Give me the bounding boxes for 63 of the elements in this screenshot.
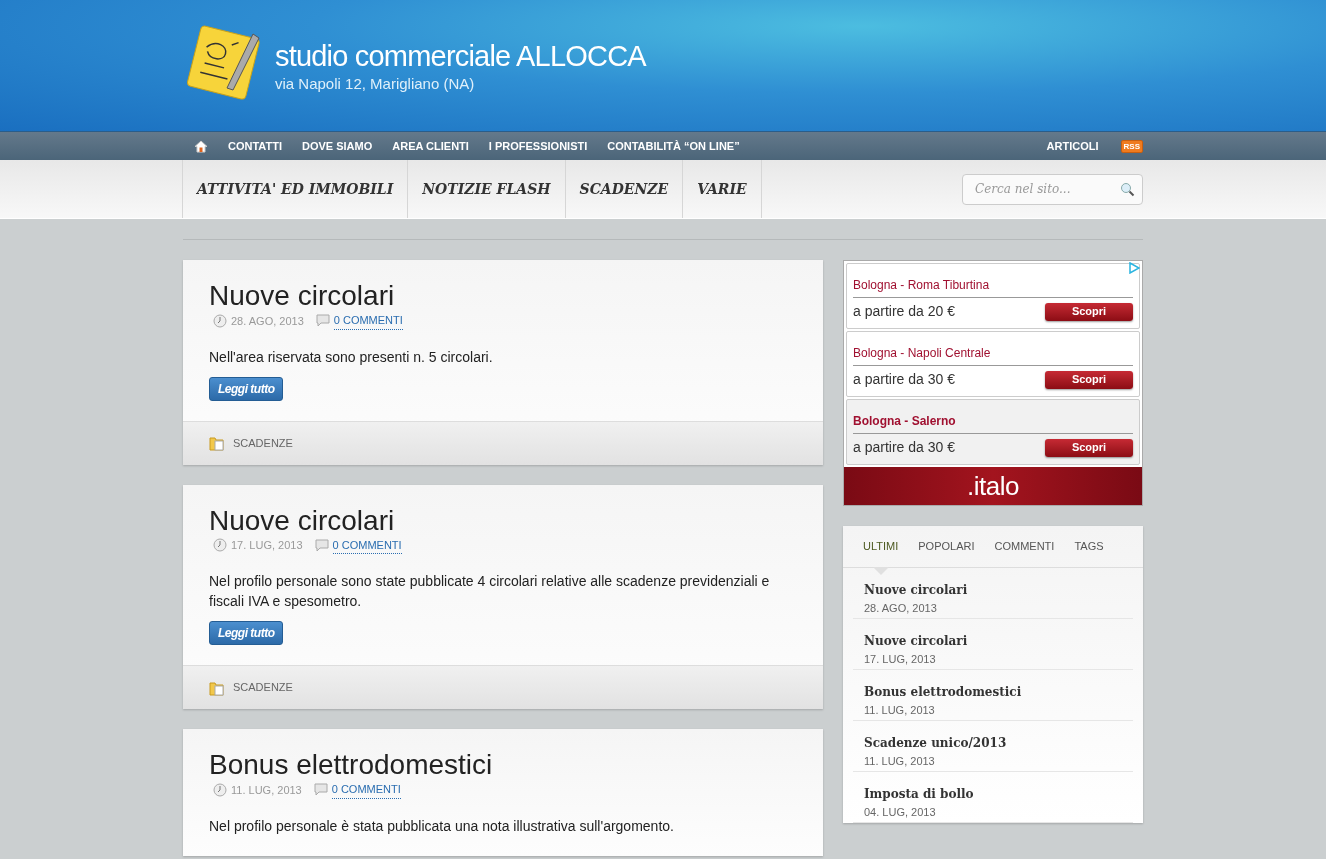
nav-link[interactable]: DOVE SIAMO [301,137,373,155]
recent-post-date: 11. LUG, 2013 [864,703,936,717]
search-field[interactable]: Cerca nel sito... [962,173,1143,205]
read-more-button[interactable]: Leggi tutto [209,376,284,401]
price-text: a partire da 30 € [853,370,955,389]
post-date: 11. LUG, 2013 [231,782,302,798]
recent-post-link[interactable]: Nuove circolari [864,633,1122,649]
read-more-button[interactable]: Leggi tutto [209,621,284,645]
speech-bubble-icon [314,538,329,552]
search-icon[interactable] [1120,181,1135,197]
route-title[interactable]: Bologna - Napoli Centrale [853,344,1133,366]
post-date: 17. LUG, 2013 [231,538,303,553]
speech-bubble-icon [313,783,328,797]
brand-logo-text: .italo [967,473,1019,499]
post-title[interactable]: Bonus elettrodomestici [209,749,797,781]
home-icon[interactable] [194,139,208,153]
category-tab[interactable]: ATTIVITA' ED IMMOBILI [182,160,409,218]
speech-bubble-icon [315,314,330,328]
category-link[interactable]: SCADENZE [233,434,293,452]
post-title[interactable]: Nuove circolari [209,280,797,312]
recent-post-date: 17. LUG, 2013 [864,652,937,666]
nav-link[interactable]: I PROFESSIONISTI [488,137,588,155]
post-excerpt: Nell'area riservata sono presenti n. 5 circolari. [209,347,494,367]
sidebar-tab[interactable]: TAGS [1064,526,1114,567]
clock-icon [213,313,227,328]
price-text: a partire da 30 € [853,438,955,457]
discover-button[interactable]: Scopri [1045,302,1133,321]
folder-icon [209,679,225,696]
recent-post-date: 11. LUG, 2013 [864,754,936,768]
post-excerpt: Nel profilo personale è stata pubblicata una nota illustrativa sull'argomento. [209,816,675,836]
price-text: a partire da 20 € [853,302,955,321]
comments-link[interactable]: 0 COMMENTI [333,312,403,330]
route-title[interactable]: Bologna - Roma Tiburtina [853,276,1133,298]
nav-link[interactable]: AREA CLIENTI [392,137,469,155]
discover-button[interactable]: Scopri [1045,370,1133,389]
comments-link[interactable]: 0 COMMENTI [331,781,401,799]
category-tab[interactable]: SCADENZE [564,160,684,218]
recent-post-link[interactable]: Scadenze unico/2013 [864,735,1122,751]
nav-link[interactable]: CONTATTI [228,137,282,155]
route-title[interactable]: Bologna - Salerno [853,412,1133,434]
post-excerpt: Nel profilo personale sono state pubblicate 4 circolari relative alle scadenze previdenziali e fiscali IVA e spesometro. [209,572,771,611]
category-tab[interactable]: VARIE [682,160,762,218]
post-title[interactable]: Nuove circolari [209,504,797,537]
folder-icon [209,435,225,451]
recent-post-link[interactable]: Imposta di bollo [864,786,1122,802]
recent-post-date: 28. AGO, 2013 [864,601,938,615]
site-address: via Napoli 12, Marigliano (NA) [275,74,476,94]
sidebar-tab[interactable]: ULTIMI [853,526,909,567]
sidebar-tab[interactable]: COMMENTI [984,526,1065,567]
post-date: 28. AGO, 2013 [231,313,304,329]
clock-icon [213,782,227,797]
category-tab[interactable]: NOTIZIE FLASH [407,160,566,218]
recent-post-link[interactable]: Nuove circolari [864,582,1122,598]
discover-button[interactable]: Scopri [1045,438,1133,457]
recent-post-link[interactable]: Bonus elettrodomestici [864,684,1122,700]
comments-link[interactable]: 0 COMMENTI [332,536,402,554]
brand-banner[interactable]: .italo [844,467,1142,505]
clock-icon [213,538,227,553]
articles-link[interactable]: ARTICOLI [1046,137,1099,155]
recent-post-date: 04. LUG, 2013 [864,805,937,819]
nav-link[interactable]: CONTABILITÀ “ON LINE” [607,137,740,155]
category-link[interactable]: SCADENZE [233,679,293,696]
sidebar-tab[interactable]: POPOLARI [908,526,985,567]
